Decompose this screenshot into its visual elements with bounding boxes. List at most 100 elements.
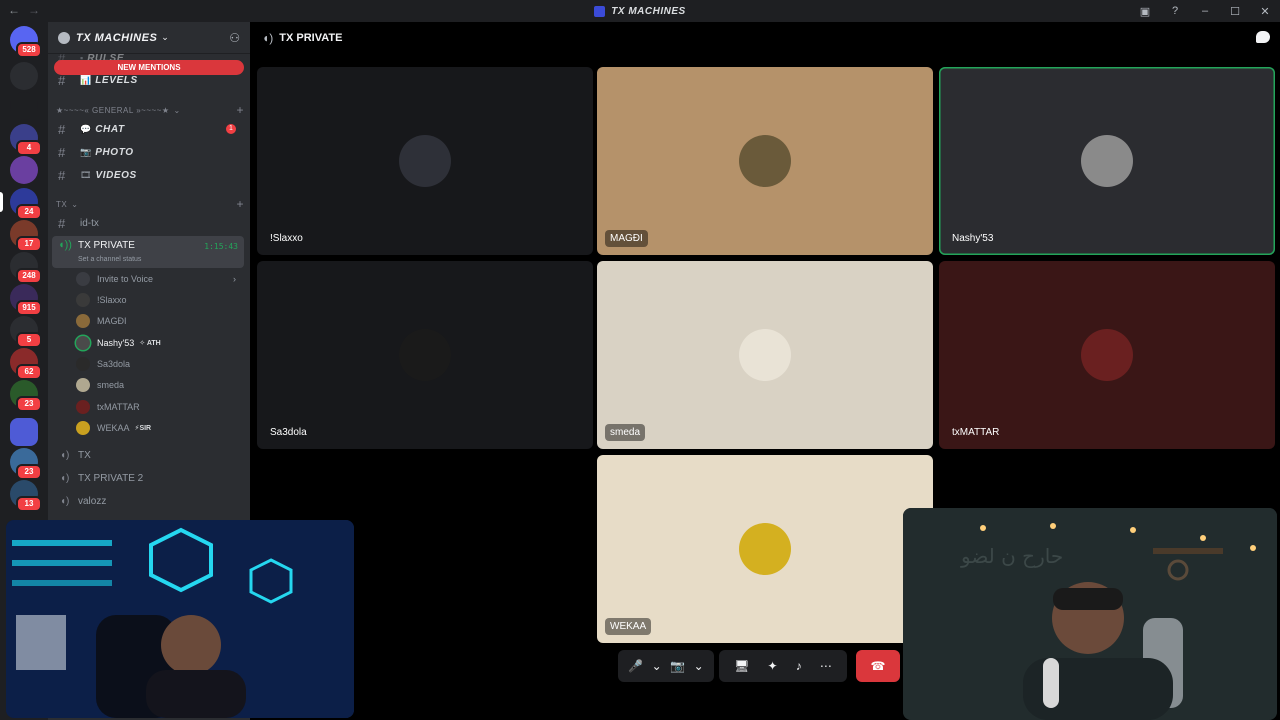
voice-member[interactable]: Nashy'53 ✧ ATH (76, 334, 244, 352)
voice-member[interactable]: txMATTAR (76, 398, 244, 416)
invite-people-icon[interactable]: ⚇ (229, 31, 240, 45)
rail-server-7[interactable]: 17 (10, 220, 42, 252)
rail-server-tx[interactable]: 24 (10, 188, 42, 220)
member-name: Nashy'53 (97, 338, 135, 348)
voice-channel-tx[interactable]: ◖) TX (52, 445, 244, 465)
channel-emoji: 📷 (80, 146, 92, 157)
guild-icon (58, 31, 70, 44)
voice-member[interactable]: MAGĐI (76, 312, 244, 330)
guild-name: TX MACHINES (76, 31, 158, 44)
member-name: MAGĐI (97, 316, 127, 326)
svg-text:حارح ن لضو: حارح ن لضو (960, 544, 1063, 568)
participant-tile[interactable]: !Slaxxo (257, 67, 593, 255)
avatar (76, 400, 90, 414)
voice-timer: 1:15:43 (204, 242, 238, 251)
category-general[interactable]: ★~~~~« GENERAL »~~~~★ ⌄ + (56, 103, 244, 117)
server-logo-icon (594, 5, 606, 17)
disconnect-button[interactable]: ☎ (856, 650, 900, 682)
participant-tile[interactable]: txMATTAR (939, 261, 1275, 449)
streamer-webcam-left (6, 520, 354, 718)
help-icon[interactable]: ? (1160, 5, 1190, 17)
rail-server-5[interactable] (10, 156, 38, 184)
rail-server-9[interactable]: 915 (10, 284, 42, 316)
category-label: TX (56, 199, 68, 209)
rail-server-at[interactable]: 248 (10, 252, 42, 284)
participant-name: WEKAA (605, 618, 652, 635)
voice-channel-label: valozz (78, 495, 107, 507)
voice-channel-label: TX (78, 449, 91, 461)
hash-icon: # (58, 72, 66, 88)
channel-id-tx[interactable]: # id-tx (52, 213, 244, 233)
close-icon[interactable]: ✕ (1250, 5, 1280, 18)
chevron-down-icon: ⌄ (161, 32, 169, 42)
forward-arrow-icon[interactable]: → (28, 3, 40, 17)
participant-name: Nashy'53 (952, 233, 994, 244)
add-channel-icon[interactable]: + (236, 197, 244, 211)
rail-server-dm[interactable]: 528 (10, 26, 42, 58)
rail-server-gaming[interactable]: 4 (10, 124, 42, 156)
participant-tile[interactable]: smeda (597, 261, 933, 449)
set-channel-status[interactable]: Set a channel status (78, 256, 141, 263)
rail-server-15[interactable]: 13 (10, 480, 42, 512)
soundboard-icon[interactable]: ♪ (796, 659, 802, 673)
participant-tile[interactable]: MAGĐI (597, 67, 933, 255)
rail-server-c[interactable]: 5 (10, 316, 42, 348)
rail-server-14[interactable]: 23 (10, 448, 42, 480)
camera-off-icon[interactable]: 📷 (670, 659, 685, 673)
avatar (739, 523, 791, 575)
maximize-icon[interactable]: ☐ (1220, 5, 1250, 18)
channel-label: PHOTO (95, 146, 134, 158)
hash-icon: # (58, 215, 66, 231)
chevron-down-icon[interactable]: ⌄ (694, 659, 704, 673)
microphone-icon[interactable]: 🎤 (628, 659, 643, 673)
badge: 528 (16, 42, 42, 58)
invite-label: Invite to Voice (97, 274, 154, 284)
participant-tile[interactable]: Nashy'53 (939, 67, 1275, 255)
selected-server-pill (0, 192, 3, 212)
voice-channel-valozz[interactable]: ◖) valozz (52, 491, 244, 511)
rail-server-11[interactable]: 62 (10, 348, 42, 380)
channel-label: CHAT (95, 123, 125, 135)
participant-tile[interactable]: Sa3dola (257, 261, 593, 449)
back-arrow-icon[interactable]: ← (8, 3, 20, 17)
activities-icon[interactable]: ✦ (767, 659, 777, 673)
chevron-right-icon: › (233, 274, 236, 284)
more-options-icon[interactable]: ⋯ (820, 659, 832, 673)
rail-server-12[interactable]: 23 (10, 380, 42, 412)
add-channel-icon[interactable]: + (236, 103, 244, 117)
active-voice-channel[interactable]: ◖)) TX PRIVATE 1:15:43 Set a channel sta… (52, 236, 244, 268)
channel-emoji: 📊 (80, 74, 92, 85)
channel-levels[interactable]: # 📊 LEVELS (52, 70, 244, 90)
app-window: ← → TX MACHINES ▣ ? – ☐ ✕ 528 4 24 17 24… (0, 0, 1280, 720)
mic-camera-controls: 🎤 ⌄ 📷 ⌄ (618, 650, 714, 682)
participant-tile[interactable]: WEKAA (597, 455, 933, 643)
voice-channel-tx-private-2[interactable]: ◖) TX PRIVATE 2 (52, 468, 244, 488)
voice-member[interactable]: !Slaxxo (76, 291, 244, 309)
avatar (399, 135, 451, 187)
speaker-icon: ◖) (60, 449, 70, 461)
voice-member[interactable]: Sa3dola (76, 355, 244, 373)
rail-server-arc[interactable] (10, 62, 38, 90)
voice-member[interactable]: smeda (76, 376, 244, 394)
badge: 4 (16, 140, 42, 156)
chevron-down-icon[interactable]: ⌄ (652, 659, 662, 673)
channel-chat[interactable]: # 💬 CHAT 1 (52, 119, 244, 139)
invite-to-voice[interactable]: Invite to Voice › (76, 270, 244, 288)
participant-name: txMATTAR (952, 427, 1000, 438)
minimize-icon[interactable]: – (1190, 5, 1220, 17)
channel-videos[interactable]: # 🎞 VIDEOS (52, 165, 244, 185)
rail-server-53[interactable] (10, 92, 38, 120)
avatar (76, 421, 90, 435)
channel-emoji: 🎞 (80, 169, 92, 180)
voice-channel-name: TX PRIVATE (78, 240, 135, 251)
window-controls: ▣ ? – ☐ ✕ (1130, 0, 1280, 22)
inbox-icon[interactable]: ▣ (1130, 5, 1160, 18)
rail-folder[interactable] (10, 418, 38, 446)
channel-photo[interactable]: # 📷 PHOTO (52, 142, 244, 162)
category-tx[interactable]: TX ⌄ + (56, 197, 244, 211)
avatar (76, 293, 90, 307)
screen-share-icon[interactable]: 🖥 (734, 659, 749, 673)
voice-member[interactable]: WEKAA ⚡SIR (76, 419, 244, 437)
chat-bubble-icon[interactable] (1256, 31, 1270, 43)
member-name: !Slaxxo (97, 295, 127, 305)
